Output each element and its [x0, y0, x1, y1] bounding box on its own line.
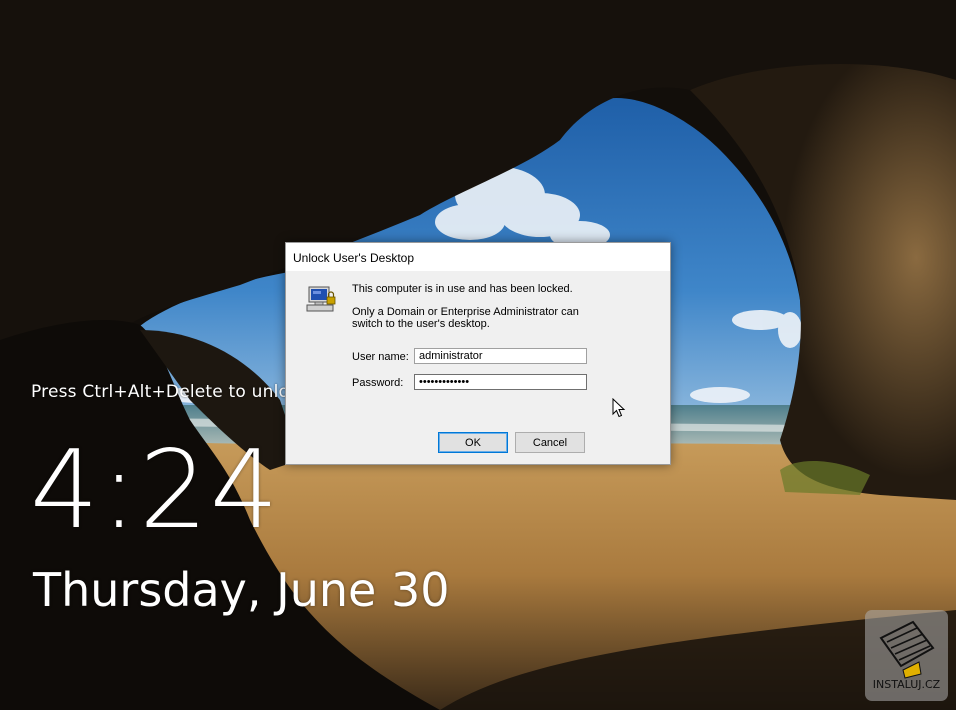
instaluj-logo-icon: [879, 620, 935, 679]
password-input[interactable]: [414, 374, 587, 390]
lock-screen-time: 4:24: [30, 428, 281, 553]
locked-computer-icon: [306, 286, 336, 312]
password-label: Password:: [352, 377, 404, 389]
cancel-button[interactable]: Cancel: [515, 432, 585, 453]
user-name-label: User name:: [352, 351, 409, 363]
unlock-hint: Press Ctrl+Alt+Delete to unlock: [31, 382, 309, 402]
dialog-titlebar[interactable]: Unlock User's Desktop: [286, 243, 670, 271]
user-name-input[interactable]: [414, 348, 587, 364]
admin-message: Only a Domain or Enterprise Administrato…: [352, 306, 579, 330]
locked-message: This computer is in use and has been loc…: [352, 283, 573, 295]
mouse-cursor-icon: [612, 398, 626, 418]
dialog-title: Unlock User's Desktop: [293, 251, 414, 265]
watermark-text: INSTALUJ.CZ: [872, 678, 941, 691]
lock-screen-date: Thursday, June 30: [33, 563, 450, 617]
ok-button[interactable]: OK: [438, 432, 508, 453]
unlock-dialog: Unlock User's Desktop This computer is i…: [285, 242, 671, 465]
watermark: INSTALUJ.CZ: [865, 610, 948, 701]
